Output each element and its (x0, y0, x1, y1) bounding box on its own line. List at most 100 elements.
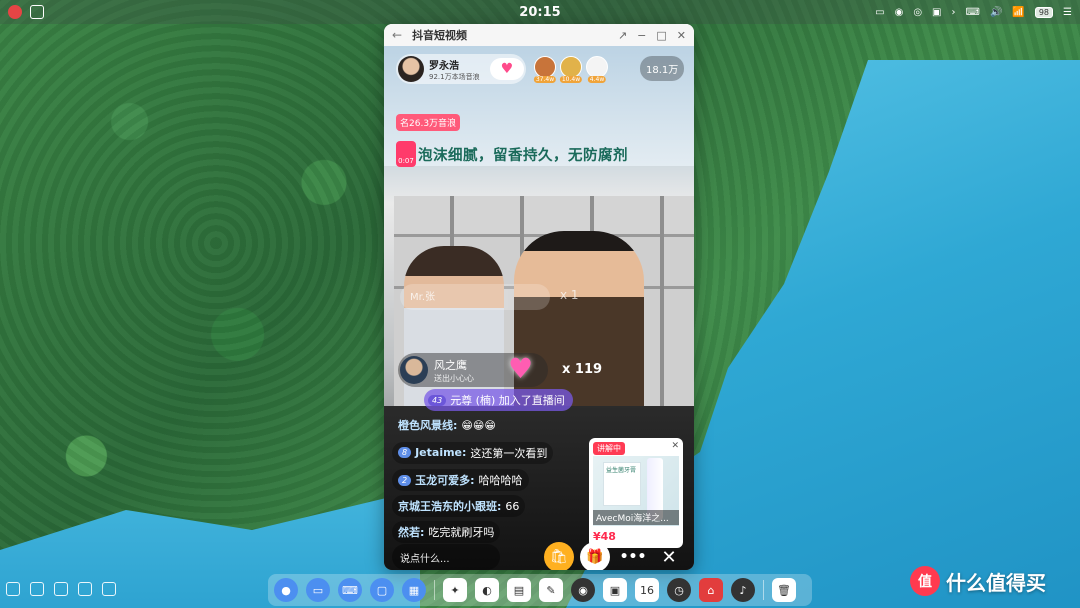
search-icon[interactable]: ◎ (913, 7, 922, 18)
comment-text: 66 (505, 499, 520, 513)
app-grid-icon[interactable]: ▦ (402, 578, 426, 602)
trash-icon[interactable]: 🗑 (772, 578, 796, 602)
promo-banner: 0:07 泡沫细腻，留香持久，无防腐剂 (396, 140, 628, 168)
comment-user[interactable]: Jetaime: (415, 446, 466, 459)
viewer-badge: 37.4w (533, 76, 557, 83)
left-dock-tools (6, 582, 116, 596)
more-icon[interactable]: ••• (618, 542, 648, 570)
window-switch-icon[interactable]: ▢ (370, 578, 394, 602)
compass-icon[interactable]: ✦ (443, 578, 467, 602)
promo-text: 泡沫细腻，留香持久，无防腐剂 (418, 147, 628, 164)
shield-icon[interactable] (102, 582, 116, 596)
faded-gift-count: x 1 (560, 288, 579, 302)
wifi-icon[interactable]: 📶 (1012, 7, 1024, 18)
follow-heart-button[interactable]: ♥ (490, 58, 524, 80)
gallery-icon[interactable]: ▣ (603, 578, 627, 602)
join-text: 元尊 (楠) 加入了直播间 (450, 394, 565, 407)
comment-item[interactable]: 京城王浩东的小跟班: 66 (392, 495, 526, 517)
product-card[interactable]: 益生菌牙膏 讲解中 ✕ AvecMoi海洋之... ¥48 (589, 438, 683, 548)
comment-item[interactable]: 橙色风景线: 😁😁😁 (392, 414, 502, 436)
gift-icon[interactable]: 🎁 (580, 542, 610, 570)
minimize-icon[interactable]: − (637, 29, 646, 42)
calendar-icon[interactable]: 16 (635, 578, 659, 602)
maximize-icon[interactable]: □ (656, 29, 666, 42)
store-icon[interactable]: ⌂ (699, 578, 723, 602)
settings-icon[interactable] (6, 582, 20, 596)
close-icon[interactable]: ✕ (677, 29, 686, 42)
pin-icon[interactable]: ↗ (618, 29, 627, 42)
bottom-action-bar: 说点什么... 🛍 🎁 ••• ✕ (384, 542, 694, 570)
smzdm-logo: 值 (910, 566, 940, 596)
viewer-avatar[interactable]: 10.4w (559, 56, 583, 83)
window-icon[interactable] (54, 582, 68, 596)
comment-input[interactable]: 说点什么... (392, 544, 500, 570)
join-notice: 43 元尊 (楠) 加入了直播间 (424, 389, 573, 411)
close-live-icon[interactable]: ✕ (654, 542, 684, 570)
faded-gift-notice: Mr.张 (400, 284, 550, 310)
comment-user[interactable]: 然若: (398, 524, 424, 540)
dock: ● ▭ ⌨ ▢ ▦ ✦ ◐ ▤ ✎ ◉ ▣ 16 ◷ ⌂ ♪ 🗑 (268, 574, 812, 606)
volume-icon[interactable]: 🔊 (990, 7, 1002, 18)
app-menu-icon[interactable] (8, 5, 22, 19)
clock-icon[interactable]: ◷ (667, 578, 691, 602)
user-level-badge: 2 (398, 474, 412, 486)
viewer-badge: 4.4w (587, 76, 607, 83)
viewer-count[interactable]: 18.1万 (640, 56, 685, 81)
comment-text: 哈哈哈哈 (478, 474, 523, 487)
user-level-badge: 8 (398, 447, 412, 458)
viewer-badge: 10.4w (559, 76, 583, 83)
gift-sender-name: 风之鹰 (434, 358, 467, 372)
battery-indicator: 98 (1034, 6, 1054, 18)
comment-item[interactable]: 2 玉龙可爱多: 哈哈哈哈 (392, 469, 529, 491)
viewer-avatar[interactable]: 37.4w (533, 56, 557, 83)
expand-icon[interactable]: › (952, 7, 956, 18)
top-viewers: 37.4w 10.4w 4.4w (533, 56, 608, 83)
screen-record-icon[interactable]: ▣ (932, 7, 941, 18)
files-app-icon[interactable]: ▤ (507, 578, 531, 602)
clock: 20:15 (519, 4, 561, 20)
gift-sender-avatar[interactable] (400, 356, 428, 384)
comment-item[interactable]: 8 Jetaime: 这还第一次看到 (392, 441, 554, 464)
screenshot-icon[interactable] (30, 5, 44, 19)
back-arrow-icon[interactable]: ← (392, 28, 402, 42)
product-name: AvecMoi海洋之... (593, 510, 679, 525)
display-icon[interactable]: ▭ (875, 7, 884, 18)
comment-list: 橙色风景线: 😁😁😁 8 Jetaime: 这还第一次看到 2 玉龙可爱多: 哈哈哈哈 京… (392, 414, 602, 547)
bomb-icon[interactable]: 0:07 (396, 141, 416, 167)
launcher-icon[interactable]: ● (274, 578, 298, 602)
product-price: ¥48 (593, 530, 616, 543)
heart-gift-icon: ♥ (508, 352, 534, 385)
dock-separator (434, 580, 435, 600)
keyboard-icon[interactable]: ⌨ (966, 7, 980, 18)
window-titlebar: ← 抖音短视频 ↗ − □ ✕ (384, 24, 694, 46)
product-close-icon[interactable]: ✕ (671, 441, 679, 451)
douyin-window: ← 抖音短视频 ↗ − □ ✕ 罗永浩 92.1万本场音浪 ♥ 37.4w 10… (384, 24, 694, 570)
record-icon[interactable]: ◉ (571, 578, 595, 602)
shopping-bag-icon[interactable]: 🛍 (544, 542, 574, 570)
browser-icon[interactable]: ◐ (475, 578, 499, 602)
files-icon[interactable] (30, 582, 44, 596)
douyin-icon[interactable]: ♪ (731, 578, 755, 602)
product-box: 益生菌牙膏 (603, 462, 641, 506)
comment-user[interactable]: 橙色风景线: (398, 417, 457, 433)
eye-icon[interactable]: ◉ (895, 7, 904, 18)
keyboard-dock-icon[interactable]: ⌨ (338, 578, 362, 602)
host-avatar[interactable] (398, 56, 424, 82)
gift-count: x 119 (562, 362, 603, 377)
comment-user[interactable]: 玉龙可爱多: (415, 472, 474, 488)
rank-badge[interactable]: 名26.3万音浪 (396, 114, 461, 131)
live-stream-view[interactable]: 罗永浩 92.1万本场音浪 ♥ 37.4w 10.4w 4.4w 18.1万 名… (384, 46, 694, 570)
comment-user[interactable]: 京城王浩东的小跟班: (398, 498, 501, 514)
explaining-tag: 讲解中 (593, 442, 625, 455)
viewer-avatar[interactable]: 4.4w (586, 56, 608, 83)
comment-text: 吃完就刷牙吗 (428, 526, 495, 539)
multitask-icon[interactable]: ▭ (306, 578, 330, 602)
user-level-badge: 43 (428, 394, 447, 406)
notes-icon[interactable]: ✎ (539, 578, 563, 602)
comment-item[interactable]: 然若: 吃完就刷牙吗 (392, 521, 501, 543)
promo-timer: 0:07 (398, 157, 414, 165)
menu-icon[interactable]: ☰ (1063, 7, 1072, 18)
window-title: 抖音短视频 (412, 29, 468, 42)
host-info-card[interactable]: 罗永浩 92.1万本场音浪 ♥ (396, 54, 526, 84)
toggle-icon[interactable] (78, 582, 92, 596)
